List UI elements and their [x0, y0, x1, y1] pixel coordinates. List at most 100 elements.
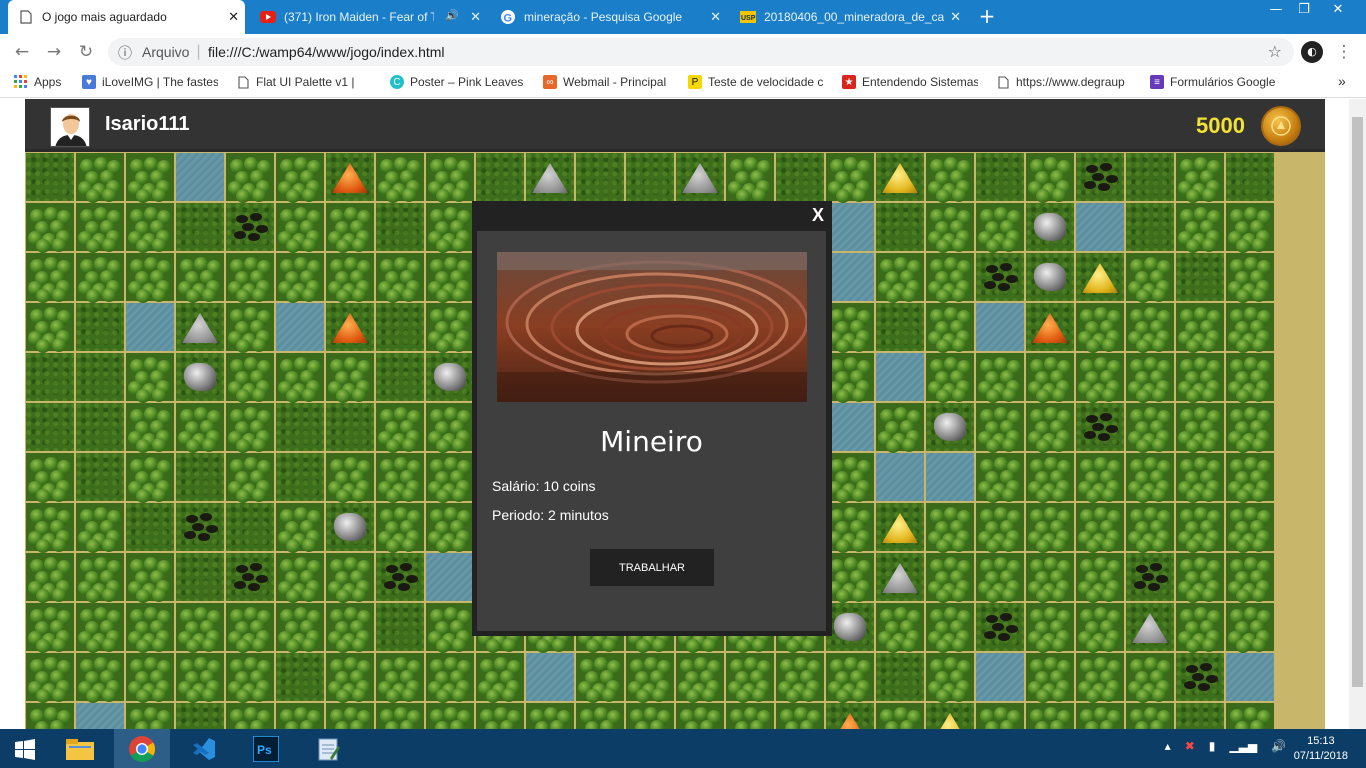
gold-tile[interactable]	[1076, 253, 1124, 301]
close-window-button[interactable]: ✕	[1326, 2, 1350, 24]
grass-tile[interactable]	[876, 203, 924, 251]
tree-tile[interactable]	[326, 603, 374, 653]
tree-tile[interactable]	[226, 653, 274, 703]
bookmark-speedtest[interactable]: P Teste de velocidade c	[688, 75, 824, 89]
grass-tile[interactable]	[26, 153, 74, 201]
bookmark-forms[interactable]: ≡ Formulários Google	[1150, 75, 1275, 89]
water-tile[interactable]	[826, 203, 874, 251]
tree-tile[interactable]	[26, 703, 74, 729]
tree-tile[interactable]	[26, 203, 74, 253]
bookmark-sistemas[interactable]: ★ Entendendo Sistemas	[842, 75, 978, 89]
coal-tile[interactable]	[1076, 153, 1124, 201]
tree-tile[interactable]	[1026, 353, 1074, 403]
grass-tile[interactable]	[176, 203, 224, 251]
tree-tile[interactable]	[76, 603, 124, 653]
tree-tile[interactable]	[26, 453, 74, 503]
grass-tile[interactable]	[576, 153, 624, 201]
menu-dots-icon[interactable]: ⋮	[1334, 42, 1354, 62]
rock-tile[interactable]	[326, 503, 374, 551]
url-text[interactable]: file:///C:/wamp64/www/jogo/index.html	[208, 44, 445, 60]
tree-tile[interactable]	[376, 153, 424, 203]
tree-tile[interactable]	[326, 703, 374, 729]
tree-tile[interactable]	[426, 603, 474, 653]
tree-tile[interactable]	[1226, 253, 1274, 303]
tree-tile[interactable]	[726, 703, 774, 729]
tree-tile[interactable]	[826, 153, 874, 203]
tree-tile[interactable]	[726, 653, 774, 703]
ore-tile[interactable]	[326, 153, 374, 201]
water-tile[interactable]	[1076, 203, 1124, 251]
grass-tile[interactable]	[376, 353, 424, 401]
bookmark-poster[interactable]: C Poster – Pink Leaves	[390, 75, 524, 89]
tree-tile[interactable]	[76, 203, 124, 253]
tree-tile[interactable]	[1176, 153, 1224, 203]
tree-tile[interactable]	[1176, 353, 1224, 403]
tree-tile[interactable]	[1226, 303, 1274, 353]
coal-tile[interactable]	[226, 203, 274, 251]
tree-tile[interactable]	[126, 603, 174, 653]
tree-tile[interactable]	[126, 203, 174, 253]
tree-tile[interactable]	[776, 653, 824, 703]
tree-tile[interactable]	[1126, 403, 1174, 453]
tree-tile[interactable]	[1026, 703, 1074, 729]
grass-tile[interactable]	[1126, 153, 1174, 201]
tree-tile[interactable]	[26, 503, 74, 553]
address-bar[interactable]: ⓘ Arquivo | file:///C:/wamp64/www/jogo/i…	[108, 38, 1294, 66]
grass-tile[interactable]	[76, 353, 124, 401]
tree-tile[interactable]	[126, 453, 174, 503]
tree-tile[interactable]	[1226, 453, 1274, 503]
grass-tile[interactable]	[1226, 153, 1274, 201]
coal-tile[interactable]	[976, 253, 1024, 301]
tree-tile[interactable]	[926, 553, 974, 603]
tree-tile[interactable]	[976, 353, 1024, 403]
tree-tile[interactable]	[1126, 653, 1174, 703]
forward-icon[interactable]: →	[44, 42, 64, 62]
tree-tile[interactable]	[1226, 403, 1274, 453]
tree-tile[interactable]	[176, 653, 224, 703]
close-tab-icon[interactable]: ✕	[710, 9, 721, 25]
tree-tile[interactable]	[326, 203, 374, 253]
tree-tile[interactable]	[426, 453, 474, 503]
tree-tile[interactable]	[876, 703, 924, 729]
tree-tile[interactable]	[1026, 453, 1074, 503]
grass-tile[interactable]	[226, 503, 274, 551]
volume-icon[interactable]: 🔊	[1271, 739, 1286, 753]
grass-tile[interactable]	[276, 653, 324, 701]
water-tile[interactable]	[826, 403, 874, 451]
tree-tile[interactable]	[1176, 303, 1224, 353]
close-tab-icon[interactable]: ✕	[950, 9, 961, 25]
tree-tile[interactable]	[426, 503, 474, 553]
tree-tile[interactable]	[876, 603, 924, 653]
tree-tile[interactable]	[926, 503, 974, 553]
bookmark-webmail[interactable]: ∞ Webmail - Principal	[543, 75, 675, 89]
tree-tile[interactable]	[526, 703, 574, 729]
tree-tile[interactable]	[1126, 703, 1174, 729]
grass-tile[interactable]	[1176, 703, 1224, 729]
coal-tile[interactable]	[976, 603, 1024, 651]
water-tile[interactable]	[526, 653, 574, 701]
close-tab-icon[interactable]: ✕	[470, 9, 481, 25]
grass-tile[interactable]	[176, 703, 224, 729]
tree-tile[interactable]	[226, 603, 274, 653]
grass-tile[interactable]	[276, 453, 324, 501]
tree-tile[interactable]	[1076, 553, 1124, 603]
water-tile[interactable]	[176, 153, 224, 201]
tree-tile[interactable]	[326, 653, 374, 703]
tree-tile[interactable]	[276, 553, 324, 603]
vscode-icon[interactable]	[176, 729, 232, 768]
tree-tile[interactable]	[426, 653, 474, 703]
tree-tile[interactable]	[76, 503, 124, 553]
tab-mineracao[interactable]: G mineração - Pesquisa Google ✕	[490, 0, 727, 34]
tree-tile[interactable]	[676, 653, 724, 703]
tree-tile[interactable]	[226, 153, 274, 203]
vertical-scrollbar[interactable]	[1349, 99, 1366, 729]
grass-tile[interactable]	[276, 403, 324, 451]
tree-tile[interactable]	[826, 453, 874, 503]
tree-tile[interactable]	[826, 553, 874, 603]
tree-tile[interactable]	[976, 403, 1024, 453]
tree-tile[interactable]	[626, 703, 674, 729]
tree-tile[interactable]	[126, 353, 174, 403]
tree-tile[interactable]	[326, 253, 374, 303]
file-explorer-icon[interactable]	[52, 729, 108, 768]
tree-tile[interactable]	[376, 503, 424, 553]
